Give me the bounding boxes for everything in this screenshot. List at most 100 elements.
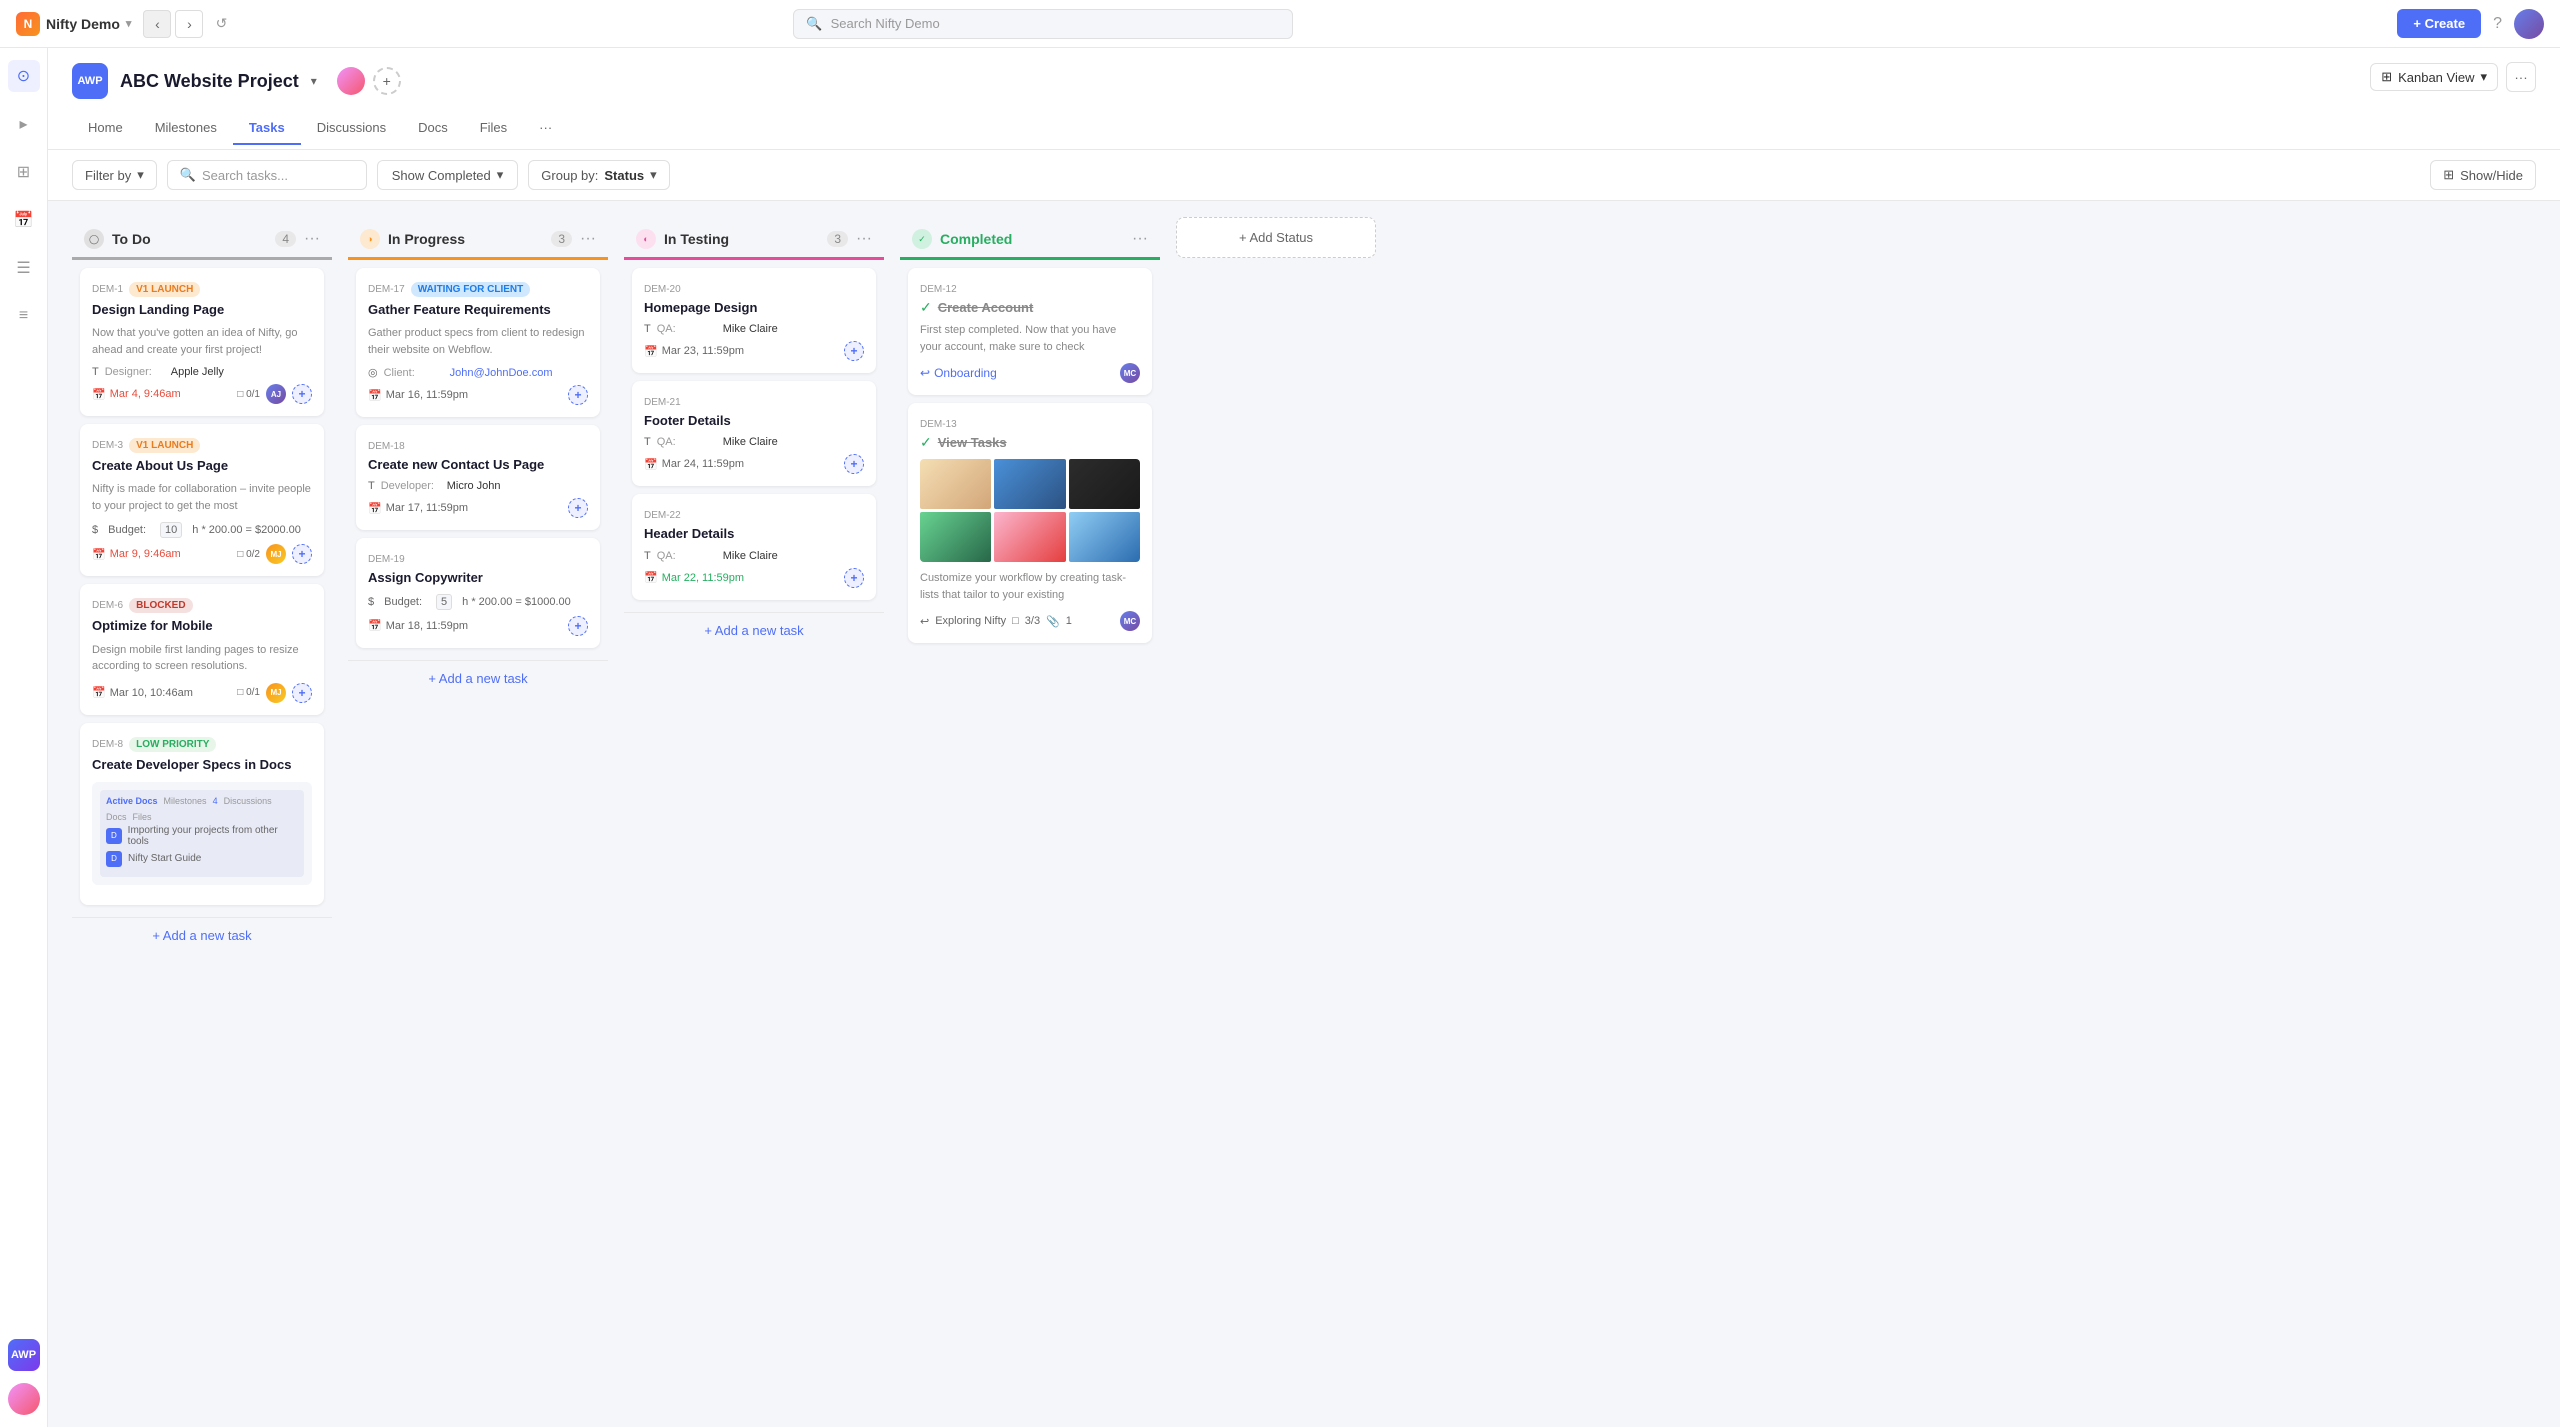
card-dem22[interactable]: DEM-22 Header Details T QA: Mike Claire bbox=[632, 494, 876, 599]
column-todo-menu[interactable]: ··· bbox=[304, 230, 320, 248]
column-intesting-cards: DEM-20 Homepage Design T QA: Mike Claire bbox=[624, 260, 884, 608]
tab-more[interactable]: ··· bbox=[523, 112, 568, 145]
doc-row-2: D Nifty Start Guide bbox=[106, 851, 298, 867]
column-inprogress-menu[interactable]: ··· bbox=[580, 230, 596, 248]
card-dem21-add-member[interactable]: + bbox=[844, 454, 864, 474]
project-header: AWP ABC Website Project ▾ + ⊞ Kanban Vie… bbox=[48, 48, 2560, 150]
card-dem20-id: DEM-20 bbox=[644, 284, 681, 295]
project-tabs-row: Home Milestones Tasks Discussions Docs F… bbox=[72, 100, 2536, 149]
card-dem21-meta: T QA: Mike Claire bbox=[644, 436, 864, 448]
sidebar-list-icon[interactable]: ☰ bbox=[8, 252, 40, 284]
app-dropdown-icon[interactable]: ▾ bbox=[126, 17, 132, 30]
card-dem21-id: DEM-21 bbox=[644, 397, 681, 408]
column-intesting-menu[interactable]: ··· bbox=[856, 230, 872, 248]
sidebar-home-icon[interactable]: ⊙ bbox=[8, 60, 40, 92]
card-dem18[interactable]: DEM-18 Create new Contact Us Page T Deve… bbox=[356, 425, 600, 530]
project-user-avatar[interactable] bbox=[337, 67, 365, 95]
column-completed-menu[interactable]: ··· bbox=[1132, 230, 1148, 248]
topbar: N Nifty Demo ▾ ‹ › ↺ 🔍 Search Nifty Demo… bbox=[0, 0, 2560, 48]
column-completed-header: ✓ Completed ··· bbox=[900, 217, 1160, 260]
card-dem21[interactable]: DEM-21 Footer Details T QA: Mike Claire bbox=[632, 381, 876, 486]
card-dem1-badge: V1 LAUNCH bbox=[129, 282, 200, 297]
tab-docs[interactable]: Docs bbox=[402, 112, 464, 145]
card-dem17[interactable]: DEM-17 WAITING FOR CLIENT Gather Feature… bbox=[356, 268, 600, 417]
card-dem3[interactable]: DEM-3 V1 LAUNCH Create About Us Page Nif… bbox=[80, 424, 324, 576]
card-dem18-add-member[interactable]: + bbox=[568, 498, 588, 518]
tab-discussions[interactable]: Discussions bbox=[301, 112, 402, 145]
show-hide-button[interactable]: ⊞ Show/Hide bbox=[2430, 160, 2536, 190]
card-dem1[interactable]: DEM-1 V1 LAUNCH Design Landing Page Now … bbox=[80, 268, 324, 416]
card-dem17-footer: 📅 Mar 16, 11:59pm + bbox=[368, 385, 588, 405]
filter-button[interactable]: Filter by ▾ bbox=[72, 160, 157, 190]
card-dem20-title: Homepage Design bbox=[644, 299, 864, 317]
tab-tasks[interactable]: Tasks bbox=[233, 112, 301, 145]
sidebar-grid-icon[interactable]: ⊞ bbox=[8, 156, 40, 188]
user-avatar[interactable] bbox=[2514, 9, 2544, 39]
card-dem22-id: DEM-22 bbox=[644, 510, 681, 521]
card-dem20[interactable]: DEM-20 Homepage Design T QA: Mike Claire bbox=[632, 268, 876, 373]
card-dem20-add-member[interactable]: + bbox=[844, 341, 864, 361]
todo-add-task-button[interactable]: + Add a new task bbox=[72, 917, 332, 953]
card-dem12-footer: ↩ Onboarding MC bbox=[920, 363, 1140, 383]
task-search-input[interactable]: 🔍 Search tasks... bbox=[167, 160, 367, 190]
card-dem21-date: 📅 Mar 24, 11:59pm bbox=[644, 458, 744, 471]
card-dem21-qa: Mike Claire bbox=[723, 436, 778, 448]
tab-files[interactable]: Files bbox=[464, 112, 523, 145]
card-dem6[interactable]: DEM-6 BLOCKED Optimize for Mobile Design… bbox=[80, 584, 324, 714]
history-button[interactable]: ↺ bbox=[207, 10, 235, 38]
card-dem1-desc: Now that you've gotten an idea of Nifty,… bbox=[92, 325, 312, 358]
card-img-2 bbox=[994, 459, 1065, 509]
help-icon[interactable]: ? bbox=[2493, 15, 2502, 33]
card-dem19-add-member[interactable]: + bbox=[568, 616, 588, 636]
app-logo[interactable]: N Nifty Demo ▾ bbox=[16, 12, 131, 36]
card-dem21-footer: 📅 Mar 24, 11:59pm + bbox=[644, 454, 864, 474]
card-dem13-desc: Customize your workflow by creating task… bbox=[920, 570, 1140, 603]
show-completed-button[interactable]: Show Completed ▾ bbox=[377, 160, 519, 190]
card-dem6-add-member[interactable]: + bbox=[292, 683, 312, 703]
add-status-column: + Add Status bbox=[1176, 217, 1376, 258]
nav-forward-button[interactable]: › bbox=[175, 10, 203, 38]
sidebar-expand-icon[interactable]: ▸ bbox=[8, 108, 40, 140]
sidebar-user-avatar2[interactable] bbox=[8, 1383, 40, 1415]
intesting-add-task-button[interactable]: + Add a new task bbox=[624, 612, 884, 648]
tab-milestones[interactable]: Milestones bbox=[139, 112, 233, 145]
sidebar-calendar-icon[interactable]: 📅 bbox=[8, 204, 40, 236]
card-dem8[interactable]: DEM-8 LOW PRIORITY Create Developer Spec… bbox=[80, 723, 324, 905]
inprogress-add-task-button[interactable]: + Add a new task bbox=[348, 660, 608, 696]
card-dem1-add-member[interactable]: + bbox=[292, 384, 312, 404]
sidebar-project-avatar[interactable]: AWP bbox=[8, 1339, 40, 1371]
doc-icon-2: D bbox=[106, 851, 122, 867]
card-dem22-add-member[interactable]: + bbox=[844, 568, 864, 588]
global-search[interactable]: 🔍 Search Nifty Demo bbox=[793, 9, 1293, 39]
card-dem12-onboarding[interactable]: ↩ Onboarding bbox=[920, 366, 997, 380]
sidebar-tasks-icon[interactable]: ≡ bbox=[8, 300, 40, 332]
card-dem3-add-member[interactable]: + bbox=[292, 544, 312, 564]
view-controls: ⊞ Kanban View ▾ ··· bbox=[2370, 62, 2536, 100]
kanban-view-button[interactable]: ⊞ Kanban View ▾ bbox=[2370, 63, 2498, 91]
add-status-button[interactable]: + Add Status bbox=[1176, 217, 1376, 258]
project-title-row: AWP ABC Website Project ▾ + ⊞ Kanban Vie… bbox=[72, 48, 2536, 100]
card-dem20-qa: Mike Claire bbox=[723, 323, 778, 335]
card-dem6-footer: 📅 Mar 10, 10:46am □ 0/1 MJ + bbox=[92, 683, 312, 703]
column-todo-count: 4 bbox=[275, 231, 296, 247]
card-dem17-add-member[interactable]: + bbox=[568, 385, 588, 405]
tab-home[interactable]: Home bbox=[72, 112, 139, 145]
column-inprogress: ◑ In Progress 3 ··· DEM-17 WAITING FOR C… bbox=[348, 217, 608, 696]
group-by-button[interactable]: Group by: Status ▾ bbox=[528, 160, 669, 190]
create-button[interactable]: + Create bbox=[2397, 9, 2481, 38]
project-dropdown-icon[interactable]: ▾ bbox=[311, 74, 317, 88]
card-dem12[interactable]: DEM-12 ✓ Create Account First step compl… bbox=[908, 268, 1152, 395]
project-tabs: Home Milestones Tasks Discussions Docs F… bbox=[72, 104, 568, 145]
card-dem17-meta: ◎ Client: John@JohnDoe.com bbox=[368, 366, 588, 379]
card-dem3-id: DEM-3 V1 LAUNCH bbox=[92, 438, 200, 453]
add-member-button[interactable]: + bbox=[373, 67, 401, 95]
nav-back-button[interactable]: ‹ bbox=[143, 10, 171, 38]
show-hide-icon: ⊞ bbox=[2443, 167, 2454, 183]
more-options-button[interactable]: ··· bbox=[2506, 62, 2536, 92]
card-dem19[interactable]: DEM-19 Assign Copywriter $ Budget: 5 h *… bbox=[356, 538, 600, 647]
card-dem13-id: DEM-13 bbox=[920, 419, 957, 430]
group-by-label: Group by: bbox=[541, 168, 598, 183]
card-dem20-footer: 📅 Mar 23, 11:59pm + bbox=[644, 341, 864, 361]
card-dem13[interactable]: DEM-13 ✓ View Tasks bbox=[908, 403, 1152, 643]
doc-row-1: D Importing your projects from other too… bbox=[106, 825, 298, 847]
